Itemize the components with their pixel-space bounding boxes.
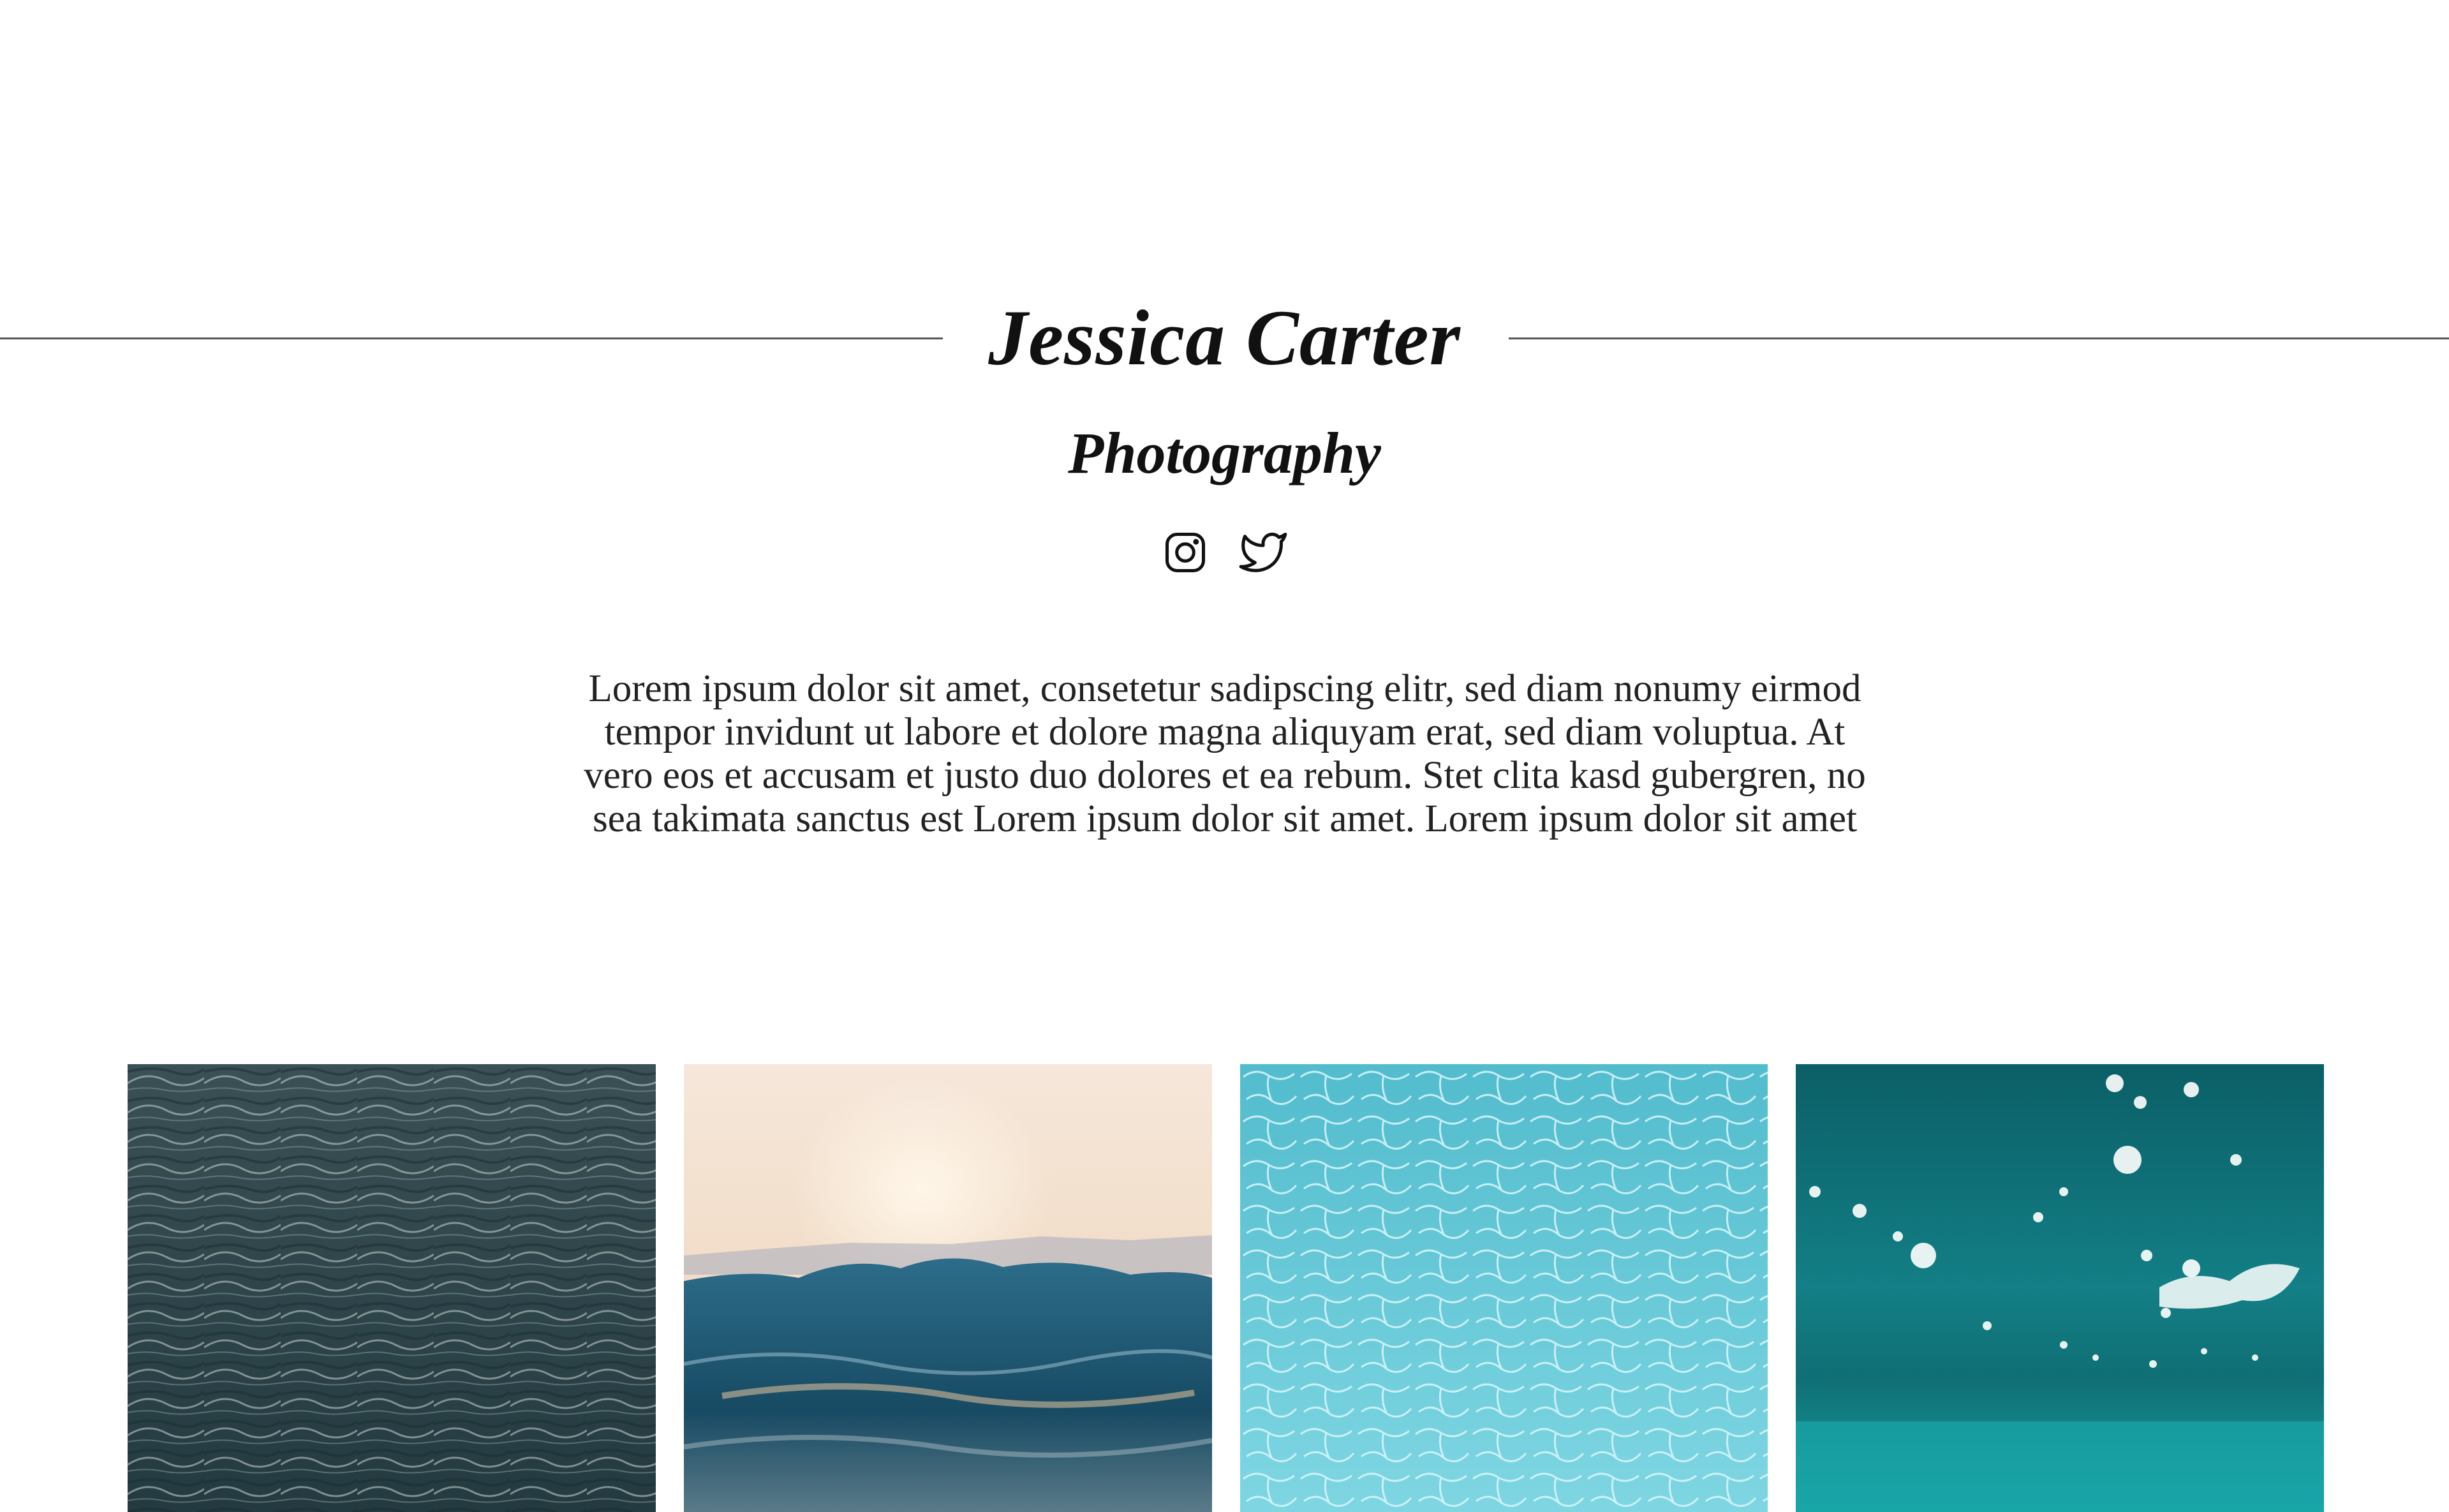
intro-text: Lorem ipsum dolor sit amet, consetetur s… [584,667,1866,840]
header-rule-right [1509,337,2449,339]
photo-sunset-wave[interactable] [683,1064,1212,1512]
pool-water-image [1239,1064,1768,1512]
social-links [1161,528,1287,579]
twitter-link[interactable] [1239,528,1287,577]
photo-pool-water[interactable] [1239,1064,1768,1512]
photo-dark-water[interactable] [128,1064,656,1512]
site-subtitle: Photography [1068,420,1381,485]
twitter-icon [1239,532,1287,572]
photo-gallery [128,1064,2324,1512]
photo-underwater-bubbles[interactable] [1796,1064,2324,1512]
header: Jessica Carter [0,293,2449,383]
instagram-icon [1165,532,1206,573]
sunset-wave-image [683,1064,1212,1512]
underwater-bubbles-image [1796,1064,2324,1512]
dark-water-image [128,1064,656,1512]
instagram-link[interactable] [1161,528,1210,577]
